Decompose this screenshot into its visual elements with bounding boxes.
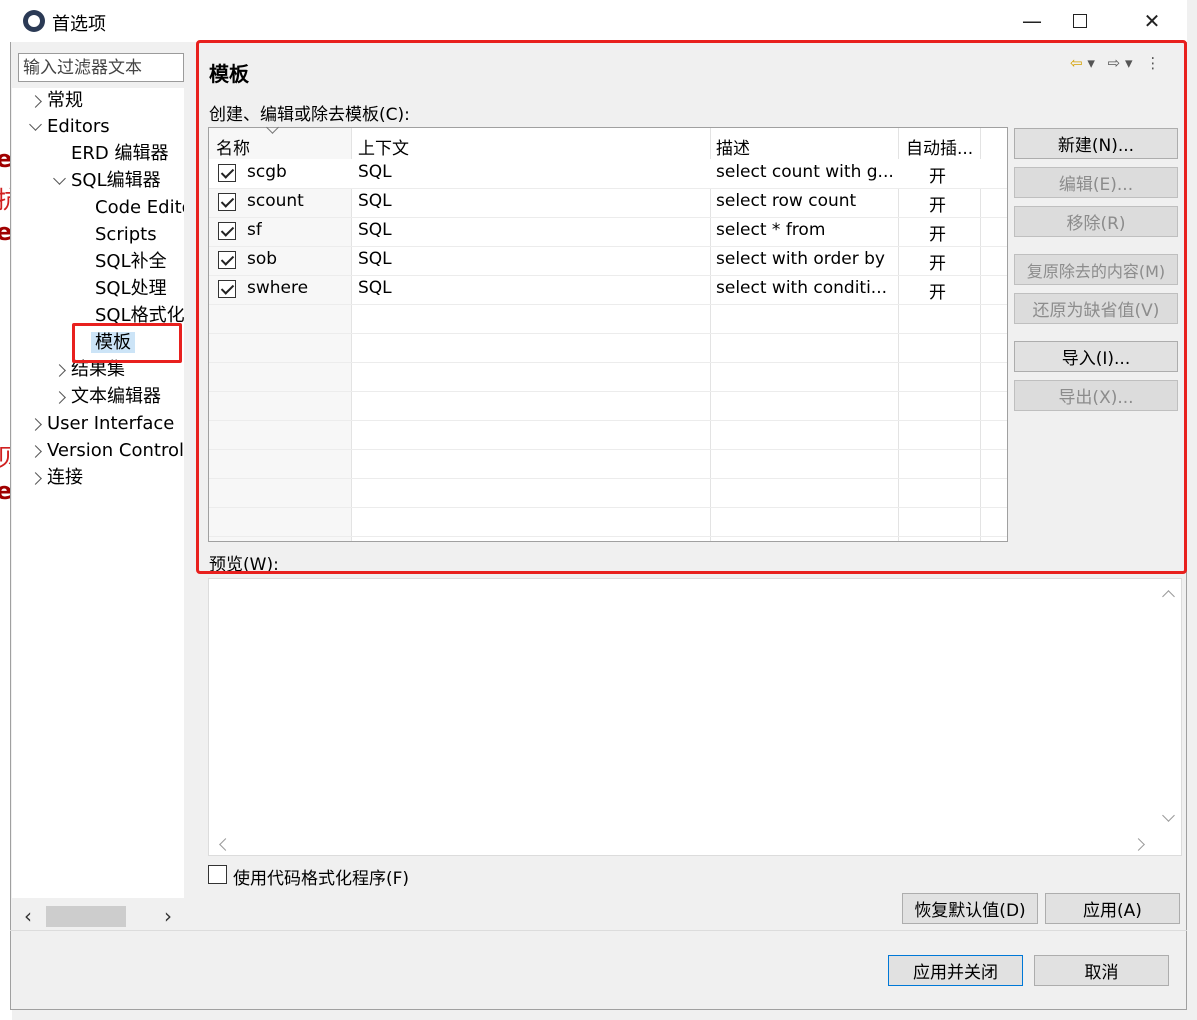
maximize-icon (1073, 14, 1087, 28)
tree-item-sql-editor[interactable]: SQL编辑器 (53, 168, 161, 194)
chevron-right-icon[interactable] (29, 472, 42, 485)
tree-item-label: Scripts (95, 224, 157, 245)
use-formatter-label[interactable]: 使用代码格式化程序(F) (233, 864, 409, 889)
cancel-button[interactable]: 取消 (1034, 955, 1169, 986)
tree-item-label: SQL编辑器 (71, 170, 161, 191)
minimize-button[interactable]: — (1009, 4, 1055, 38)
chevron-right-icon[interactable] (53, 391, 66, 404)
tree-item-sql-completion[interactable]: SQL补全 (95, 249, 167, 275)
close-button[interactable]: ✕ (1129, 4, 1175, 38)
tree-item-version-control[interactable]: Version Control (29, 438, 184, 464)
chevron-down-icon[interactable] (29, 118, 42, 131)
dialog-separator (10, 930, 1187, 931)
window-title: 首选项 (52, 14, 106, 35)
chevron-right-icon[interactable] (29, 445, 42, 458)
filter-input[interactable] (18, 53, 184, 82)
chevron-right-icon[interactable] (53, 364, 66, 377)
scroll-up-icon[interactable] (1162, 590, 1175, 603)
chevron-down-icon[interactable] (53, 172, 66, 185)
use-formatter-checkbox[interactable] (208, 865, 227, 884)
tree-item-user-interface[interactable]: User Interface (29, 411, 175, 437)
tree-item-general[interactable]: 常规 (29, 88, 83, 114)
chevron-right-icon[interactable] (29, 95, 42, 108)
tree-item-erd-editor[interactable]: ERD 编辑器 (71, 141, 168, 167)
tree-item-scripts[interactable]: Scripts (95, 222, 157, 248)
scroll-down-icon[interactable] (1162, 809, 1175, 822)
tree-item-code-editor[interactable]: Code Editor (95, 195, 184, 221)
scroll-left-icon[interactable]: ‹ (24, 904, 32, 928)
tree-item-sql-processing[interactable]: SQL处理 (95, 276, 167, 302)
tree-item-label: 连接 (47, 467, 83, 488)
tree-item-connections[interactable]: 连接 (29, 465, 83, 491)
tree-item-label: 文本编辑器 (71, 386, 161, 407)
apply-button[interactable]: 应用(A) (1045, 893, 1180, 924)
scroll-right-icon[interactable]: › (164, 904, 172, 928)
tree-item-label: SQL补全 (95, 251, 167, 272)
app-icon (23, 10, 45, 32)
tree-item-label: ERD 编辑器 (71, 143, 169, 164)
tree-item-text-editor[interactable]: 文本编辑器 (53, 384, 161, 410)
highlight-box-panel (196, 40, 1187, 574)
restore-defaults-button[interactable]: 恢复默认值(D) (902, 893, 1038, 924)
tree-item-label: Version Control (47, 440, 184, 461)
maximize-button[interactable] (1057, 4, 1103, 38)
tree-item-label: Editors (47, 116, 110, 137)
apply-and-close-button[interactable]: 应用并关闭 (888, 955, 1023, 986)
tree-item-editors[interactable]: Editors (29, 114, 110, 140)
tree-item-label: User Interface (47, 413, 175, 434)
preferences-tree: 常规 Editors ERD 编辑器 SQL编辑器 Code Editor Sc… (12, 88, 184, 898)
tree-scroll-thumb[interactable] (46, 906, 126, 927)
chevron-right-icon[interactable] (29, 418, 42, 431)
tree-item-label: 常规 (47, 90, 83, 111)
preview-area[interactable] (208, 578, 1182, 856)
tree-item-label: SQL处理 (95, 278, 167, 299)
background-status-bar (170, 1010, 1197, 1020)
highlight-box-tree (72, 323, 182, 363)
scroll-right-icon[interactable] (1132, 838, 1145, 851)
scroll-left-icon[interactable] (219, 838, 232, 851)
tree-item-label: Code Editor (95, 197, 184, 218)
